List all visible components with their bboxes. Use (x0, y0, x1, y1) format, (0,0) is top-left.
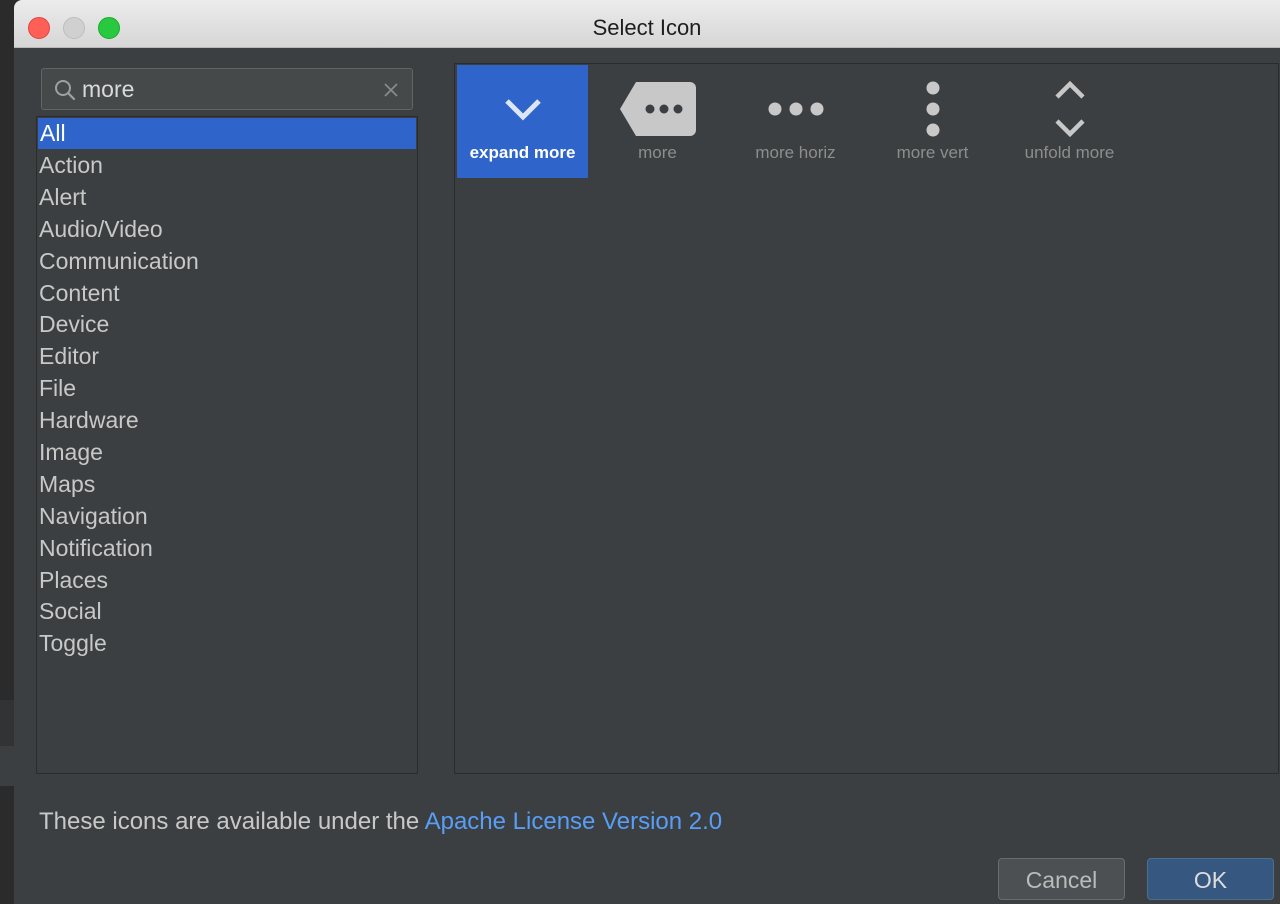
select-icon-dialog: Select Icon AllActionAlertAudio/VideoCom… (14, 0, 1280, 904)
category-item-image[interactable]: Image (37, 436, 417, 468)
dialog-title: Select Icon (592, 15, 702, 40)
search-field[interactable] (41, 68, 413, 110)
icon-cell-expand-more[interactable]: expand more (457, 65, 588, 178)
icon-label: unfold more (1024, 143, 1115, 162)
more-vert-icon (926, 81, 939, 137)
icon-cell-more-vert[interactable]: more vert (867, 65, 998, 178)
cancel-button[interactable]: Cancel (998, 858, 1125, 900)
license-notice: These icons are available under the Apac… (39, 808, 722, 836)
apache-license-link[interactable]: Apache License Version 2.0 (425, 808, 723, 835)
category-item-toggle[interactable]: Toggle (37, 627, 417, 659)
unfold-more-icon (1054, 80, 1085, 138)
category-item-file[interactable]: File (37, 372, 417, 404)
icon-label: more (638, 143, 677, 162)
icon-cell-more[interactable]: more (592, 65, 723, 178)
background-editor (0, 0, 14, 904)
search-icon (55, 80, 76, 101)
category-item-audio-video[interactable]: Audio/Video (37, 213, 417, 245)
category-item-navigation[interactable]: Navigation (37, 500, 417, 532)
icon-cell-unfold-more[interactable]: unfold more (1004, 65, 1135, 178)
search-input[interactable] (82, 73, 372, 105)
category-item-notification[interactable]: Notification (37, 532, 417, 564)
category-item-hardware[interactable]: Hardware (37, 404, 417, 436)
license-text: These icons are available under the (39, 808, 425, 835)
category-item-places[interactable]: Places (37, 564, 417, 596)
icon-label: expand more (469, 143, 576, 162)
category-item-maps[interactable]: Maps (37, 468, 417, 500)
category-item-all[interactable]: All (38, 118, 416, 149)
more-icon (619, 82, 696, 136)
title-bar: Select Icon (14, 0, 1280, 48)
category-item-alert[interactable]: Alert (37, 181, 417, 213)
icon-label: more horiz (755, 143, 836, 162)
category-list: All Action Alert Audio/Video Communication Co… (36, 116, 418, 774)
icon-cell-more-horiz[interactable]: more horiz (730, 65, 861, 178)
category-item-social[interactable]: Social (37, 595, 417, 627)
icon-grid: expand more more more horiz more vert un… (454, 63, 1279, 774)
category-item-action[interactable]: Action (37, 149, 417, 181)
ok-button[interactable]: OK (1147, 858, 1274, 900)
category-item-editor[interactable]: Editor (37, 340, 417, 372)
expand-more-icon (504, 99, 541, 121)
more-horiz-icon (768, 102, 823, 116)
category-item-content[interactable]: Content (37, 277, 417, 309)
category-item-device[interactable]: Device (37, 308, 417, 340)
clear-search-icon[interactable] (382, 81, 400, 99)
category-item-communication[interactable]: Communication (37, 245, 417, 277)
icon-label: more vert (896, 143, 969, 162)
